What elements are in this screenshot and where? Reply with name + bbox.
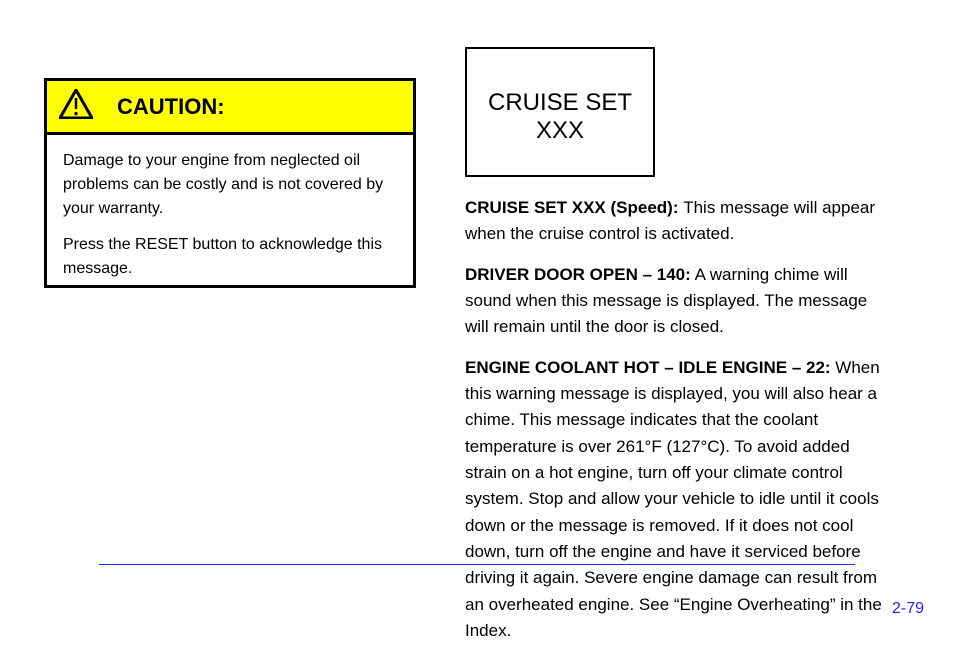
caution-p2: Press the RESET button to acknowledge th…	[63, 233, 397, 281]
right-p1: CRUISE SET XXX (Speed): This message wil…	[465, 195, 890, 248]
p3-rest: When this warning message is displayed, …	[465, 358, 882, 640]
caution-p1: Damage to your engine from neglected oil…	[63, 149, 397, 221]
p3-num: – 22:	[792, 358, 831, 377]
warning-triangle-icon	[59, 89, 93, 124]
caution-box: CAUTION: Damage to your engine from negl…	[44, 78, 416, 288]
right-p3: ENGINE COOLANT HOT – IDLE ENGINE – 22: W…	[465, 355, 890, 645]
page-number: 2-79	[892, 600, 924, 618]
caution-header: CAUTION:	[47, 81, 413, 135]
caution-label: CAUTION:	[117, 94, 225, 120]
cruise-panel: CRUISE SET XXX	[465, 47, 655, 177]
p2-num: – 140:	[643, 265, 691, 284]
right-column: CRUISE SET XXX (Speed): This message wil…	[465, 195, 890, 645]
cruise-text: CRUISE SET XXX	[467, 89, 653, 145]
p1-lead: CRUISE SET XXX (Speed):	[465, 198, 683, 217]
horizontal-rule	[99, 564, 855, 565]
caution-body: Damage to your engine from neglected oil…	[47, 135, 413, 291]
p3-lead: ENGINE COOLANT HOT – IDLE ENGINE	[465, 358, 792, 377]
right-p2: DRIVER DOOR OPEN – 140: A warning chime …	[465, 262, 890, 341]
p2-lead: DRIVER DOOR OPEN	[465, 265, 643, 284]
